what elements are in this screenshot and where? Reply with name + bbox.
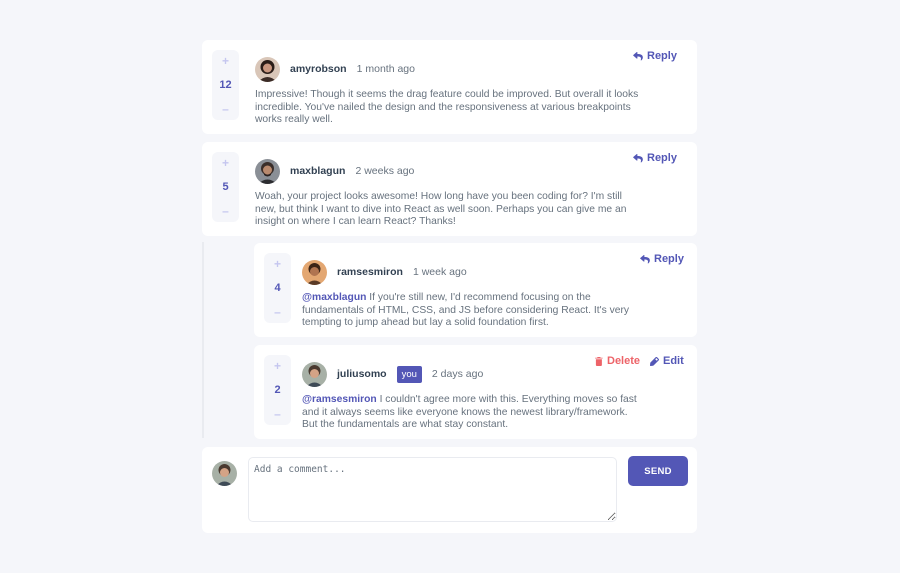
downvote-button[interactable]: – — [274, 306, 281, 318]
upvote-button[interactable]: + — [274, 258, 281, 270]
reply-label: Reply — [647, 152, 677, 164]
you-badge: you — [396, 365, 422, 383]
comment-card: + 5 – maxblagun 2 weeks ago Reply Woah, … — [202, 142, 697, 236]
send-button[interactable]: SEND — [628, 456, 688, 486]
reply-button[interactable]: Reply — [640, 253, 684, 265]
comment-input[interactable] — [248, 457, 617, 522]
username[interactable]: amyrobson — [290, 63, 347, 75]
username[interactable]: juliusomo — [337, 368, 387, 380]
upvote-button[interactable]: + — [222, 55, 229, 67]
vote-counter: + 12 – — [212, 50, 239, 120]
reply-card: + 4 – ramsesmiron 1 week ago Reply @maxb… — [254, 243, 697, 337]
current-user-avatar — [212, 461, 237, 486]
comment-header: juliusomo you 2 days ago — [302, 361, 483, 387]
comment-header: ramsesmiron 1 week ago — [302, 259, 467, 285]
avatar — [255, 56, 280, 82]
downvote-button[interactable]: – — [222, 103, 229, 115]
upvote-button[interactable]: + — [274, 360, 281, 372]
timestamp: 1 month ago — [356, 63, 415, 75]
score: 5 — [222, 181, 229, 193]
reply-text: @maxblagun If you're still new, I'd reco… — [302, 292, 642, 330]
vote-counter: + 5 – — [212, 152, 239, 222]
score: 2 — [274, 384, 281, 396]
delete-label: Delete — [607, 355, 641, 367]
avatar — [302, 361, 327, 387]
comment-card: + 12 – amyrobson 1 month ago Reply Impre… — [202, 40, 697, 134]
timestamp: 2 weeks ago — [355, 165, 415, 177]
comment-header: amyrobson 1 month ago — [255, 56, 415, 82]
mention-link[interactable]: @maxblagun — [302, 292, 366, 303]
reply-icon — [640, 254, 650, 263]
trash-icon — [595, 356, 603, 366]
score: 12 — [219, 79, 232, 91]
reply-label: Reply — [647, 50, 677, 62]
avatar — [255, 158, 280, 184]
username[interactable]: maxblagun — [290, 165, 345, 177]
username[interactable]: ramsesmiron — [337, 266, 403, 278]
vote-counter: + 2 – — [264, 355, 291, 425]
delete-button[interactable]: Delete — [595, 355, 640, 367]
comment-text: Impressive! Though it seems the drag fea… — [255, 89, 639, 125]
upvote-button[interactable]: + — [222, 157, 229, 169]
reply-button[interactable]: Reply — [633, 50, 677, 62]
reply-button[interactable]: Reply — [633, 152, 677, 164]
reply-icon — [633, 153, 643, 162]
comment-text: Woah, your project looks awesome! How lo… — [255, 191, 627, 227]
reply-text: @ramsesmiron I couldn't agree more with … — [302, 394, 642, 432]
timestamp: 2 days ago — [431, 368, 484, 380]
reply-label: Reply — [654, 253, 684, 265]
reply-thread-line — [202, 242, 204, 438]
avatar — [302, 259, 327, 285]
pencil-icon — [650, 356, 659, 366]
reply-card-own: + 2 – juliusomo you 2 days ago Delete Ed… — [254, 345, 697, 439]
timestamp: 1 week ago — [412, 266, 467, 278]
downvote-button[interactable]: – — [274, 408, 281, 420]
comment-header: maxblagun 2 weeks ago — [255, 158, 414, 184]
edit-label: Edit — [663, 355, 684, 367]
score: 4 — [274, 282, 281, 294]
mention-link[interactable]: @ramsesmiron — [302, 394, 377, 405]
edit-button[interactable]: Edit — [650, 355, 684, 367]
reply-icon — [633, 51, 643, 60]
vote-counter: + 4 – — [264, 253, 291, 323]
downvote-button[interactable]: – — [222, 205, 229, 217]
